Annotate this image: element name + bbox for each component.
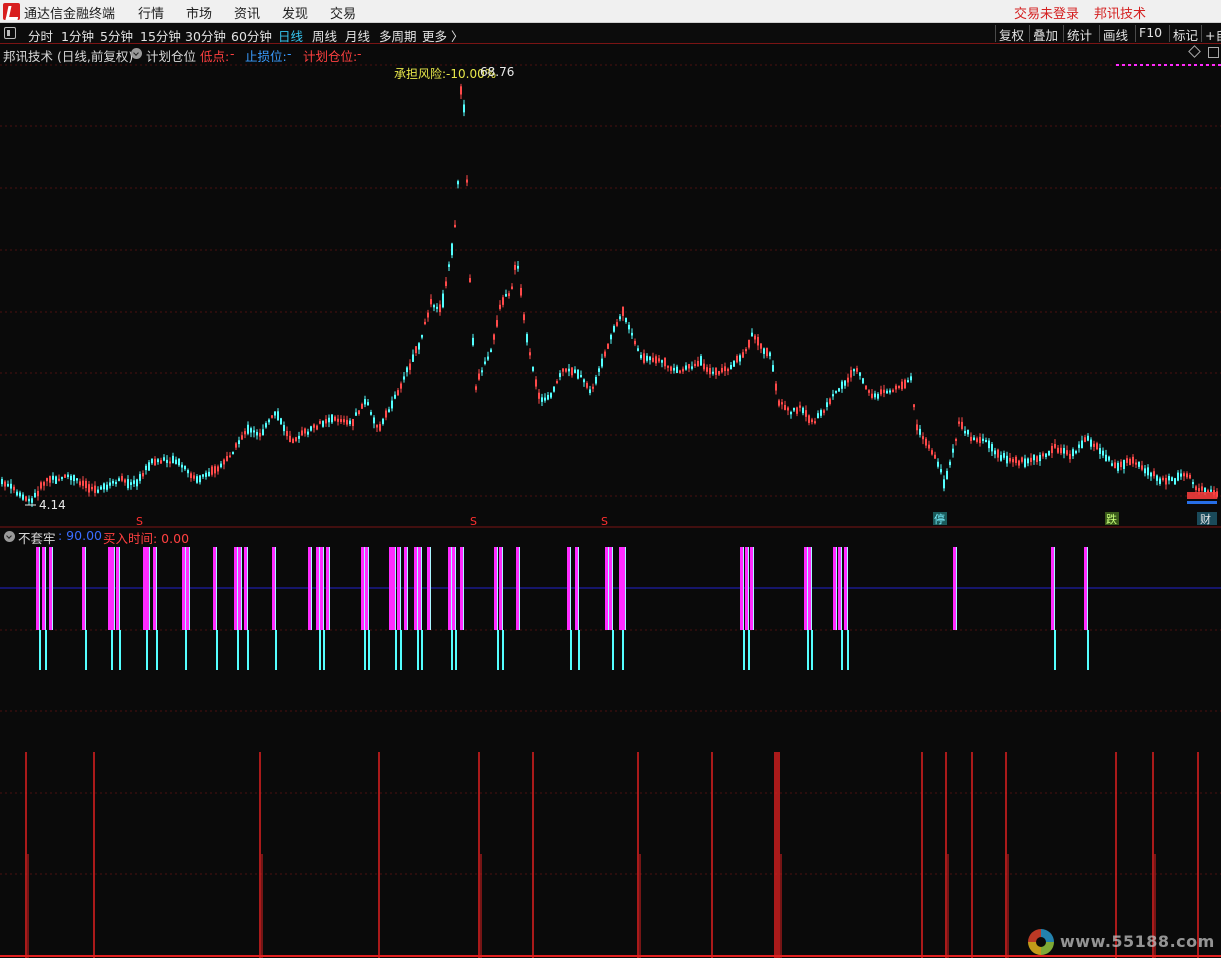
indicator-dropdown-icon[interactable]: [131, 48, 142, 59]
app-logo-icon: [3, 3, 20, 20]
indicator-grid: [0, 629, 1221, 712]
period-more[interactable]: 更多 〉: [422, 26, 463, 45]
panel-toggle-icon[interactable]: [4, 27, 16, 39]
app-title: 通达信金融终端: [24, 7, 116, 22]
sell-marker: S: [470, 515, 477, 528]
high-price-label: 68.76: [480, 65, 514, 79]
indicator-panel[interactable]: [0, 528, 1221, 742]
period-monthly[interactable]: 月线: [345, 26, 370, 45]
period-30min[interactable]: 30分钟: [185, 26, 226, 45]
candlesticks: [1, 83, 1218, 507]
window-toggle-icon[interactable]: [1208, 47, 1219, 58]
period-1min[interactable]: 1分钟: [61, 26, 94, 45]
event-markers[interactable]: 停 跌 财: [933, 492, 1217, 526]
f10-button[interactable]: F10: [1135, 25, 1165, 42]
menu-discover[interactable]: 发现: [282, 3, 308, 22]
signal-bars: [36, 547, 1089, 670]
add-custom-button[interactable]: +自: [1201, 25, 1221, 43]
chart-header: 邦讯技术 (日线,前复权) 计划仓位 低点: - 止损位: - 计划仓位: -: [0, 44, 1221, 64]
menu-market[interactable]: 市场: [186, 3, 212, 22]
period-daily[interactable]: 日线: [278, 26, 303, 45]
main-grid: [0, 64, 1221, 497]
period-intraday[interactable]: 分时: [28, 26, 53, 45]
stock-name-link[interactable]: 邦讯技术: [1094, 3, 1146, 22]
candlestick-chart[interactable]: 承担风险:-10.00% 68.76 4.14 S S S 停 跌 财: [0, 62, 1221, 528]
adjust-button[interactable]: 复权: [995, 25, 1027, 43]
sell-markers: S S S: [136, 515, 608, 528]
indicator-panel-param: : 90.00: [58, 528, 102, 543]
menu-news[interactable]: 资讯: [234, 3, 260, 22]
finance-marker: 财: [1200, 512, 1211, 526]
signal-grid: [0, 792, 1221, 875]
low-point-value: -: [230, 46, 235, 61]
period-multi[interactable]: 多周期: [379, 26, 417, 45]
drop-marker: 跌: [1106, 512, 1117, 526]
overlay-button[interactable]: 叠加: [1029, 25, 1061, 43]
draw-line-button[interactable]: 画线: [1099, 25, 1131, 43]
watermark-text: www.55188.com: [1060, 932, 1215, 951]
period-15min[interactable]: 15分钟: [140, 26, 181, 45]
sell-marker: S: [136, 515, 143, 528]
trade-login-status[interactable]: 交易未登录: [1014, 3, 1079, 22]
period-5min[interactable]: 5分钟: [100, 26, 133, 45]
indicator-panel-dropdown-icon[interactable]: [4, 531, 15, 542]
signal-spikes: [0, 752, 1221, 958]
mark-button[interactable]: 标记: [1169, 25, 1201, 43]
menu-trade[interactable]: 交易: [330, 3, 356, 22]
sell-marker: S: [601, 515, 608, 528]
low-price-label: 4.14: [39, 498, 66, 512]
period-60min[interactable]: 60分钟: [231, 26, 272, 45]
signal-panel[interactable]: [0, 742, 1221, 958]
period-weekly[interactable]: 周线: [312, 26, 337, 45]
period-toolbar: 分时 1分钟 5分钟 15分钟 30分钟 60分钟 日线 周线 月线 多周期 更…: [0, 23, 1221, 44]
watermark: www.55188.com: [1028, 929, 1218, 955]
indicator-panel-name[interactable]: 不套牢: [18, 528, 56, 547]
statistics-button[interactable]: 统计: [1063, 25, 1095, 43]
stop-loss-value: -: [287, 46, 292, 61]
suspend-marker: 停: [934, 512, 945, 526]
buy-time-label: 买入时间: 0.00: [103, 531, 190, 546]
menu-bar: 通达信金融终端 行情 市场 资讯 发现 交易 交易未登录 邦讯技术: [0, 0, 1221, 23]
menu-market-quotes[interactable]: 行情: [138, 3, 164, 22]
watermark-logo-icon: [1028, 929, 1054, 955]
plan-position-value: -: [357, 46, 362, 61]
